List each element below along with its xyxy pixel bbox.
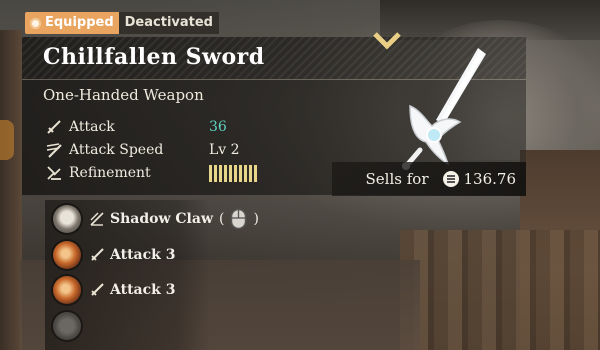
skill-name: Shadow Claw	[110, 211, 213, 227]
stat-refinement-label: Refinement	[69, 165, 151, 181]
skill-shadow-claw[interactable]: Shadow Claw ( )	[53, 204, 259, 234]
sell-price: Sells for 136.76	[332, 162, 526, 196]
stat-speed-value: Lv 2	[209, 142, 240, 158]
empty-orb-icon	[53, 312, 81, 340]
sell-label: Sells for	[365, 170, 429, 188]
tab-equipped-label: Equipped	[45, 15, 114, 30]
refinement-segment	[244, 164, 247, 182]
skill-input-close: )	[253, 211, 259, 227]
stat-attack-speed: Attack Speed Lv 2	[45, 141, 240, 159]
mouse-icon	[231, 208, 247, 230]
speed-icon	[46, 143, 62, 158]
skill-empty-slot[interactable]	[53, 311, 89, 341]
skill-input-open: (	[219, 211, 225, 227]
tab-equipped[interactable]: Equipped	[25, 12, 119, 34]
equipped-dot-icon	[30, 17, 41, 29]
sell-value: 136.76	[463, 170, 517, 188]
skill-name: Attack 3	[110, 247, 176, 263]
background-building	[380, 0, 600, 40]
refinement-bar	[209, 164, 257, 182]
sword-small-icon	[91, 248, 104, 261]
fire-orb-icon	[53, 241, 81, 269]
coin-icon	[442, 171, 459, 187]
stat-refinement: Refinement	[45, 164, 257, 182]
refinement-segment	[254, 164, 257, 182]
tab-deactivated-label: Deactivated	[124, 15, 213, 30]
background-crates	[400, 230, 600, 350]
background-wall	[0, 30, 22, 350]
stat-speed-label: Attack Speed	[69, 142, 164, 158]
sword-small-icon	[91, 283, 104, 296]
tab-deactivated[interactable]: Deactivated	[118, 12, 219, 34]
refinement-segment	[234, 164, 237, 182]
claw-icon	[90, 212, 104, 226]
fire-orb-icon	[53, 276, 81, 304]
refinement-segment	[249, 164, 252, 182]
item-type: One-Handed Weapon	[43, 86, 204, 104]
stat-attack-value: 36	[209, 119, 227, 135]
background-lamp	[0, 120, 14, 160]
skill-name: Attack 3	[110, 282, 176, 298]
refinement-segment	[224, 164, 227, 182]
status-tabs: Equipped Deactivated	[25, 12, 219, 34]
refinement-segment	[209, 164, 212, 182]
sword-small-icon	[47, 120, 61, 134]
refinement-segment	[229, 164, 232, 182]
item-name: Chillfallen Sword	[43, 44, 265, 70]
refinement-icon	[47, 166, 61, 180]
stat-attack: Attack 36	[45, 118, 227, 136]
shadow-orb-icon	[53, 205, 81, 233]
skill-attack-3[interactable]: Attack 3	[53, 240, 175, 270]
stat-attack-label: Attack	[69, 119, 115, 135]
refinement-segment	[214, 164, 217, 182]
refinement-segment	[219, 164, 222, 182]
refinement-segment	[239, 164, 242, 182]
skill-attack-3[interactable]: Attack 3	[53, 275, 175, 305]
